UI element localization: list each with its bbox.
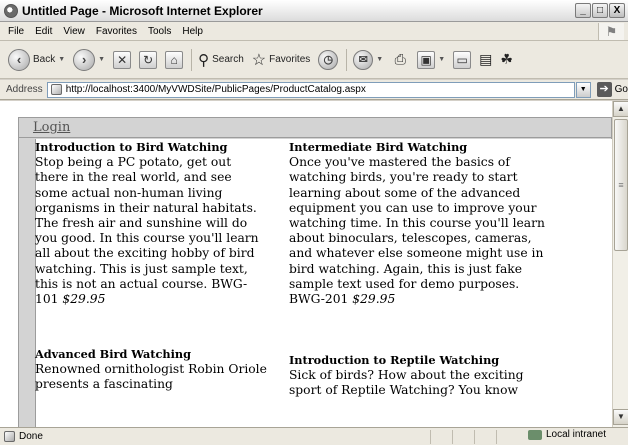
research-button[interactable]: ▤ [479, 51, 492, 68]
course-name: Intermediate Bird Watching [289, 140, 468, 154]
minimize-button[interactable]: _ [575, 3, 591, 18]
course-name: Advanced Bird Watching [35, 347, 192, 361]
window-title: Untitled Page - Microsoft Internet Explo… [22, 3, 263, 18]
research-icon: ▤ [479, 51, 493, 67]
forward-button[interactable]: › ▼ [73, 48, 106, 71]
zone-label: Local intranet [545, 429, 606, 440]
search-button[interactable]: ⚲ Search [198, 51, 244, 69]
course-name: Introduction to Reptile Watching [289, 353, 500, 367]
back-button[interactable]: ‹ Back ▼ [8, 48, 66, 71]
course-price: $29.95 [352, 292, 396, 307]
home-icon: ⌂ [165, 50, 184, 69]
menu-view[interactable]: View [63, 26, 85, 37]
close-button[interactable]: X [609, 3, 625, 18]
go-arrow-icon: ➔ [596, 82, 612, 97]
search-icon: ⚲ [198, 51, 210, 69]
history-button[interactable]: ◷ [318, 49, 339, 70]
address-dropdown-button[interactable]: ▼ [575, 81, 591, 98]
status-text: Done [19, 431, 43, 442]
star-icon: ☆ [251, 51, 267, 69]
menu-file[interactable]: File [8, 26, 24, 37]
chevron-down-icon: ▼ [58, 56, 66, 63]
discuss-button[interactable]: ▭ [453, 50, 472, 69]
print-button[interactable]: ⎙ [391, 51, 409, 69]
course-name: Introduction to Bird Watching [35, 140, 228, 154]
home-button[interactable]: ⌂ [165, 50, 184, 69]
course-item: Advanced Bird Watching Renowned ornithol… [35, 347, 267, 393]
status-divider [430, 430, 431, 444]
back-label: Back [33, 54, 56, 65]
search-label: Search [212, 54, 244, 65]
login-link[interactable]: Login [33, 120, 70, 135]
menu-tools[interactable]: Tools [148, 26, 171, 37]
ie-logo-icon [4, 3, 18, 18]
windows-flag-icon: ⚑ [598, 23, 624, 40]
history-icon: ◷ [318, 49, 339, 70]
address-url: http://localhost:3400/MyVWDSite/PublicPa… [65, 84, 366, 95]
course-description: Once you've mastered the basics of watch… [289, 155, 545, 307]
course-description: Renowned ornithologist Robin Oriole pres… [35, 362, 267, 392]
course-description: Sick of birds? How about the exciting sp… [289, 368, 524, 398]
scroll-down-button[interactable]: ▼ [613, 409, 628, 425]
intranet-icon [527, 429, 542, 440]
page-icon [4, 431, 15, 442]
address-label: Address [6, 84, 43, 95]
print-icon: ⎙ [394, 51, 406, 67]
menu-bar: File Edit View Favorites Tools Help ⚑ [0, 22, 628, 41]
toolbar: ‹ Back ▼ › ▼ ✕ ↻ ⌂ ⚲ Search ☆ Favorites … [0, 41, 628, 79]
messenger-icon: ☘ [500, 51, 513, 67]
status-divider [452, 430, 453, 444]
course-item: Intermediate Bird Watching Once you've m… [289, 140, 551, 307]
page-viewport: Login Introduction to Bird Watching Stop… [0, 101, 612, 427]
forward-arrow-icon: › [73, 48, 96, 71]
menu-edit[interactable]: Edit [35, 26, 52, 37]
mail-button[interactable]: ✉ ▼ [353, 49, 384, 70]
scroll-up-button[interactable]: ▲ [613, 101, 628, 117]
header-bar: Login [19, 118, 611, 138]
toolbar-separator [191, 48, 193, 71]
status-divider [496, 430, 497, 444]
back-arrow-icon: ‹ [8, 48, 30, 71]
maximize-button[interactable]: □ [592, 3, 608, 18]
status-bar: Done Local intranet [0, 427, 628, 445]
address-bar: Address http://localhost:3400/MyVWDSite/… [0, 80, 628, 100]
course-description: Stop being a PC potato, get out there in… [35, 155, 259, 307]
edit-icon: ▣ [417, 50, 436, 69]
menu-help[interactable]: Help [182, 26, 203, 37]
messenger-button[interactable]: ☘ [500, 51, 513, 68]
go-button[interactable]: ➔ Go [596, 82, 628, 97]
favorites-button[interactable]: ☆ Favorites [252, 50, 310, 70]
chevron-down-icon: ▼ [98, 56, 106, 63]
course-item: Introduction to Reptile Watching Sick of… [289, 353, 551, 399]
course-price: $29.95 [62, 292, 106, 307]
discuss-icon: ▭ [453, 50, 472, 69]
favorites-label: Favorites [269, 54, 311, 65]
security-zone: Local intranet [527, 429, 606, 440]
vertical-scrollbar[interactable]: ▲ ≡ ▼ [612, 101, 628, 427]
chevron-down-icon: ▼ [376, 56, 384, 63]
refresh-button[interactable]: ↻ [139, 50, 158, 69]
address-input[interactable]: http://localhost:3400/MyVWDSite/PublicPa… [46, 81, 575, 98]
edit-button[interactable]: ▣ ▼ [417, 50, 446, 69]
scroll-thumb[interactable]: ≡ [614, 119, 628, 251]
page-icon [50, 84, 62, 95]
toolbar-separator [346, 48, 348, 71]
course-item: Introduction to Bird Watching Stop being… [35, 140, 267, 307]
window-controls: _ □ X [575, 3, 625, 18]
go-label: Go [614, 84, 628, 95]
mail-icon: ✉ [353, 49, 374, 70]
chevron-down-icon: ▼ [438, 56, 446, 63]
refresh-icon: ↻ [139, 50, 158, 69]
menu-favorites[interactable]: Favorites [96, 26, 137, 37]
status-divider [474, 430, 475, 444]
stop-icon: ✕ [113, 50, 132, 69]
title-bar: Untitled Page - Microsoft Internet Explo… [0, 0, 628, 22]
stop-button[interactable]: ✕ [113, 50, 132, 69]
